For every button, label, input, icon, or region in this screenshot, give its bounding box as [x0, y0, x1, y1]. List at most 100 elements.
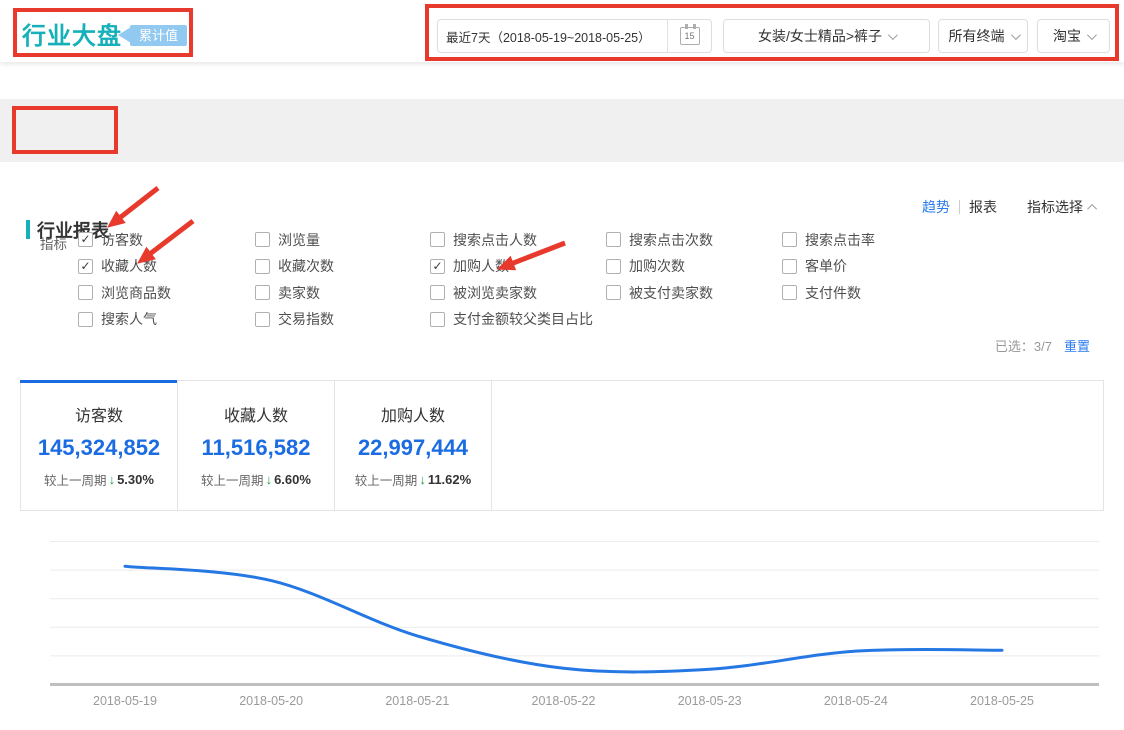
- indicator-checkbox-item[interactable]: 浏览商品数: [78, 283, 255, 302]
- annotation-arrow: [108, 188, 158, 227]
- indicator-label: 搜索人气: [101, 309, 157, 329]
- indicator-checkbox-item[interactable]: ✓ 访客数: [78, 230, 255, 249]
- calendar-button[interactable]: 15: [667, 20, 711, 52]
- metric-value: 22,997,444: [358, 435, 468, 461]
- indicator-checkbox-item[interactable]: 卖家数: [255, 283, 430, 302]
- checkbox-unchecked-icon[interactable]: [255, 259, 270, 274]
- checkbox-unchecked-icon[interactable]: [606, 232, 621, 247]
- indicator-label: 支付金额较父类目占比: [453, 309, 593, 329]
- indicator-checkbox-item[interactable]: ✓ 加购人数: [430, 257, 606, 276]
- indicator-label: 支付件数: [805, 283, 861, 303]
- indicator-label: 搜索点击率: [805, 230, 875, 250]
- checkbox-unchecked-icon[interactable]: [255, 285, 270, 300]
- checkbox-unchecked-icon[interactable]: [255, 312, 270, 327]
- calendar-icon: 15: [680, 27, 700, 45]
- trend-line-chart: 2018-05-19 2018-05-20 2018-05-21 2018-05-22…: [20, 518, 1104, 720]
- x-axis-label: 2018-05-22: [532, 694, 596, 708]
- checkbox-unchecked-icon[interactable]: [606, 259, 621, 274]
- date-range-picker[interactable]: 最近7天（2018-05-19~2018-05-25） 15: [437, 19, 712, 53]
- checkbox-checked-icon[interactable]: ✓: [430, 259, 445, 274]
- page-title: 行业大盘: [22, 16, 122, 51]
- checkbox-unchecked-icon[interactable]: [78, 312, 93, 327]
- checkbox-unchecked-icon[interactable]: [782, 285, 797, 300]
- indicator-checkbox-item[interactable]: 被支付卖家数: [606, 283, 782, 302]
- checkbox-unchecked-icon[interactable]: [255, 232, 270, 247]
- indicator-label: 被支付卖家数: [629, 283, 713, 303]
- metric-tab-visitors[interactable]: 访客数 145,324,852 较上一周期 ↓ 5.30%: [21, 381, 178, 510]
- category-dropdown[interactable]: 女装/女士精品>裤子: [723, 19, 930, 53]
- indicator-column: 搜索点击人数 ✓ 加购人数被浏览卖家数支付金额较父类目占比: [430, 230, 606, 336]
- checkbox-unchecked-icon[interactable]: [430, 232, 445, 247]
- indicator-checkbox-item[interactable]: 支付金额较父类目占比: [430, 310, 606, 329]
- indicator-checkbox-item[interactable]: 浏览量: [255, 230, 430, 249]
- x-axis-label: 2018-05-19: [93, 694, 157, 708]
- indicator-checkbox-item[interactable]: 搜索点击人数: [430, 230, 606, 249]
- checkbox-unchecked-icon[interactable]: [782, 259, 797, 274]
- x-axis-label: 2018-05-25: [970, 694, 1034, 708]
- section-accent-bar: [26, 220, 30, 239]
- x-axis-label: 2018-05-20: [239, 694, 303, 708]
- indicator-column: 浏览量收藏次数卖家数交易指数: [255, 230, 430, 336]
- indicator-column: 搜索点击率客单价支付件数: [782, 230, 958, 336]
- indicator-columns: ✓访客数✓收藏人数浏览商品数搜索人气浏览量收藏次数卖家数交易指数搜索点击人数✓加…: [78, 230, 958, 336]
- chevron-up-icon: [1087, 203, 1097, 213]
- indicator-label: 浏览量: [278, 230, 320, 250]
- x-axis-label: 2018-05-21: [385, 694, 449, 708]
- metric-tab-add-to-cart[interactable]: 加购人数 22,997,444 较上一周期 ↓ 11.62%: [335, 381, 492, 510]
- reset-button[interactable]: 重置: [1064, 336, 1090, 355]
- indicator-column: ✓ 访客数 ✓ 收藏人数浏览商品数搜索人气: [78, 230, 255, 336]
- indicator-checkbox-item[interactable]: 加购次数: [606, 257, 782, 276]
- indicator-label: 浏览商品数: [101, 283, 171, 303]
- indicator-label: 被浏览卖家数: [453, 283, 537, 303]
- metric-tab-favorites[interactable]: 收藏人数 11,516,582 较上一周期 ↓ 6.60%: [178, 381, 335, 510]
- tab-report[interactable]: 报表: [969, 197, 997, 217]
- indicator-checkbox-item[interactable]: 交易指数: [255, 310, 430, 329]
- platform-dropdown[interactable]: 淘宝: [1037, 19, 1110, 53]
- checkbox-checked-icon[interactable]: ✓: [78, 259, 93, 274]
- tab-trend[interactable]: 趋势: [922, 197, 950, 217]
- indicator-checkbox-item[interactable]: 支付件数: [782, 283, 958, 302]
- checkbox-unchecked-icon[interactable]: [782, 232, 797, 247]
- indicator-label: 收藏次数: [278, 256, 334, 276]
- checkbox-unchecked-icon[interactable]: [430, 312, 445, 327]
- down-arrow-icon: ↓: [109, 472, 116, 487]
- indicator-checkbox-item[interactable]: 客单价: [782, 257, 958, 276]
- metric-change: 较上一周期 ↓ 5.30%: [44, 470, 154, 489]
- trend-chart: 2018-05-19 2018-05-20 2018-05-21 2018-05-22…: [20, 518, 1104, 720]
- indicator-checkbox-item[interactable]: 被浏览卖家数: [430, 283, 606, 302]
- top-header: 行业大盘 累计值 最近7天（2018-05-19~2018-05-25） 15 …: [0, 0, 1124, 62]
- indicator-checkbox-item[interactable]: 搜索点击次数: [606, 230, 782, 249]
- indicator-column: 搜索点击次数加购次数被支付卖家数: [606, 230, 782, 336]
- metric-change: 较上一周期 ↓ 6.60%: [201, 470, 311, 489]
- section-band: 行业报表: [0, 99, 1124, 162]
- checkbox-unchecked-icon[interactable]: [606, 285, 621, 300]
- x-axis-label: 2018-05-24: [824, 694, 888, 708]
- checkbox-unchecked-icon[interactable]: [430, 285, 445, 300]
- cumulative-badge: 累计值: [130, 25, 187, 46]
- indicator-select-toggle[interactable]: 指标选择: [1027, 197, 1097, 217]
- date-range-label: 最近7天（2018-05-19~2018-05-25）: [438, 27, 659, 46]
- indicator-label: 卖家数: [278, 283, 320, 303]
- indicator-label: 收藏人数: [101, 256, 157, 276]
- indicator-label: 搜索点击次数: [629, 230, 713, 250]
- metric-label: 收藏人数: [224, 402, 288, 426]
- terminal-dropdown[interactable]: 所有终端: [938, 19, 1028, 53]
- checkbox-checked-icon[interactable]: ✓: [78, 232, 93, 247]
- indicator-label: 访客数: [101, 230, 143, 250]
- view-switch: 趋势 报表 指标选择: [922, 197, 1097, 217]
- metric-label: 访客数: [75, 402, 123, 426]
- indicator-label: 加购人数: [453, 256, 509, 276]
- indicator-checkbox-item[interactable]: 搜索点击率: [782, 230, 958, 249]
- indicator-label: 加购次数: [629, 256, 685, 276]
- metric-value: 145,324,852: [38, 435, 160, 461]
- indicator-checkbox-item[interactable]: 收藏次数: [255, 257, 430, 276]
- metric-value: 11,516,582: [202, 435, 311, 461]
- chevron-down-icon: [888, 30, 898, 40]
- indicator-label: 客单价: [805, 256, 847, 276]
- terminal-value: 所有终端: [949, 26, 1005, 46]
- checkbox-unchecked-icon[interactable]: [78, 285, 93, 300]
- indicator-checkbox-item[interactable]: 搜索人气: [78, 310, 255, 329]
- indicator-checkbox-item[interactable]: ✓ 收藏人数: [78, 257, 255, 276]
- divider: [959, 200, 960, 214]
- indicators-label: 指标: [40, 233, 67, 253]
